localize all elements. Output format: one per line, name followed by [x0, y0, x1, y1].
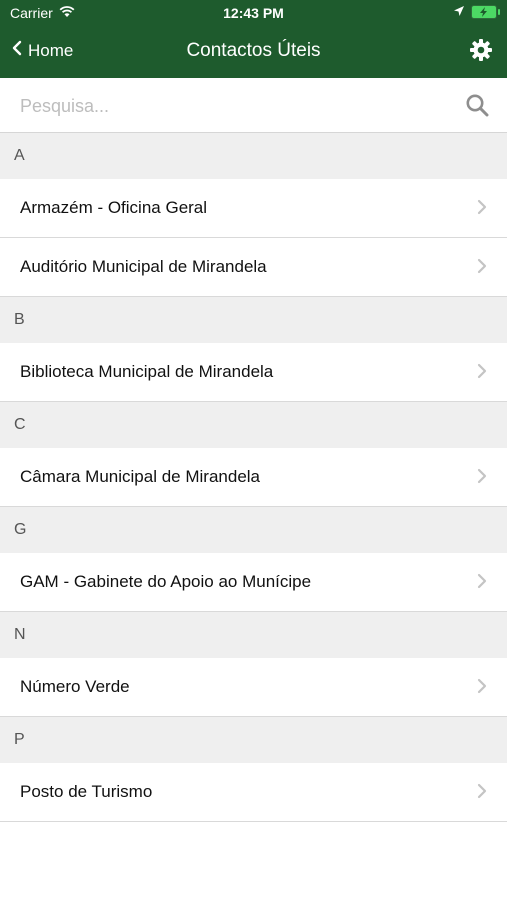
section-header: C — [0, 402, 507, 448]
chevron-right-icon — [477, 258, 487, 279]
list-item[interactable]: Biblioteca Municipal de Mirandela — [0, 343, 507, 402]
list-item-label: Auditório Municipal de Mirandela — [20, 257, 267, 276]
chevron-right-icon — [477, 573, 487, 594]
section-header: B — [0, 297, 507, 343]
list-item-label: Biblioteca Municipal de Mirandela — [20, 362, 274, 381]
list-item[interactable]: Auditório Municipal de Mirandela — [0, 238, 507, 297]
section-header: G — [0, 507, 507, 553]
list-item-label: Número Verde — [20, 677, 130, 696]
chevron-right-icon — [477, 199, 487, 220]
search-bar — [0, 78, 507, 133]
status-time: 12:43 PM — [223, 5, 284, 21]
battery-charging-icon — [471, 5, 500, 19]
list-item-label: GAM - Gabinete do Apoio ao Munícipe — [20, 572, 312, 591]
section-header: A — [0, 133, 507, 179]
section-header: P — [0, 717, 507, 763]
location-icon — [453, 4, 465, 20]
gear-icon[interactable] — [469, 38, 493, 67]
list-item[interactable]: Câmara Municipal de Mirandela — [0, 448, 507, 507]
list-item[interactable]: GAM - Gabinete do Apoio ao Munícipe — [0, 553, 507, 612]
chevron-right-icon — [477, 468, 487, 489]
list-item[interactable]: Armazém - Oficina Geral — [0, 179, 507, 238]
status-bar: Carrier 12:43 PM — [0, 0, 507, 26]
chevron-right-icon — [477, 783, 487, 804]
search-icon[interactable] — [465, 93, 489, 122]
status-right-group — [453, 4, 500, 20]
navigation-bar: Home Contactos Úteis — [0, 26, 507, 78]
chevron-right-icon — [477, 363, 487, 384]
section-header: N — [0, 612, 507, 658]
list-item-label: Posto de Turismo — [20, 782, 153, 801]
search-input[interactable] — [18, 92, 447, 120]
contacts-list: A Armazém - Oficina Geral Auditório Muni… — [0, 133, 507, 822]
chevron-right-icon — [477, 678, 487, 699]
list-item[interactable]: Número Verde — [0, 658, 507, 717]
page-title: Contactos Úteis — [186, 40, 321, 61]
list-item-label: Câmara Municipal de Mirandela — [20, 467, 261, 486]
list-item[interactable]: Posto de Turismo — [0, 763, 507, 822]
list-item-label: Armazém - Oficina Geral — [20, 198, 208, 217]
